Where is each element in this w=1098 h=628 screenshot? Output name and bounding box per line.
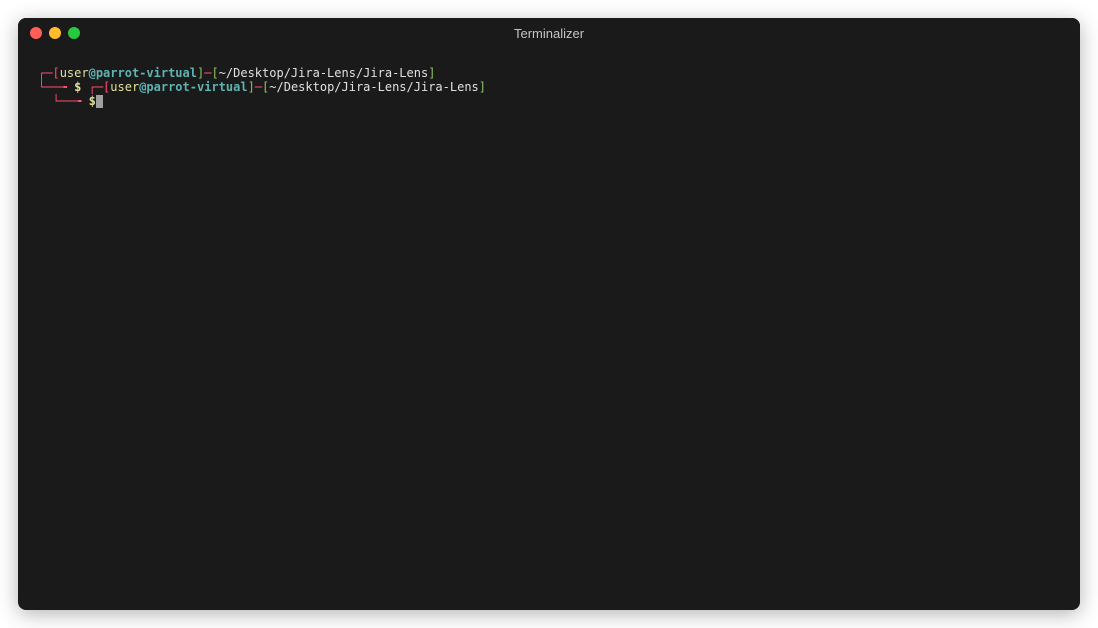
prompt-corner-bottom: └──╼ xyxy=(52,94,88,108)
prompt-line-1: ┌─[user@parrot-virtual]─[~/Desktop/Jira-… xyxy=(38,66,1060,80)
prompt-space xyxy=(81,80,88,94)
prompt-dollar: $ xyxy=(89,94,96,108)
prompt-user: user xyxy=(110,80,139,94)
prompt-dash: ─ xyxy=(255,80,262,94)
maximize-button[interactable] xyxy=(68,27,80,39)
prompt-path: ~/Desktop/Jira-Lens/Jira-Lens xyxy=(219,66,429,80)
prompt-bracket: ] xyxy=(428,66,435,80)
prompt-bracket: ] xyxy=(248,80,255,94)
titlebar: Terminalizer xyxy=(18,18,1080,48)
prompt-user: user xyxy=(60,66,89,80)
prompt-line-2: └──╼ $ ┌─[user@parrot-virtual]─[~/Deskto… xyxy=(38,80,1060,94)
prompt-host: @parrot-virtual xyxy=(89,66,197,80)
prompt-bracket: ] xyxy=(479,80,486,94)
minimize-button[interactable] xyxy=(49,27,61,39)
prompt-host: @parrot-virtual xyxy=(139,80,247,94)
prompt-line-3: └──╼ $ xyxy=(38,94,1060,108)
traffic-lights xyxy=(30,27,80,39)
prompt-bracket: [ xyxy=(211,66,218,80)
cursor xyxy=(96,95,103,108)
prompt-corner: ┌─[ xyxy=(38,66,60,80)
prompt-corner: ┌─[ xyxy=(89,80,111,94)
terminal-window: Terminalizer ┌─[user@parrot-virtual]─[~/… xyxy=(18,18,1080,610)
close-button[interactable] xyxy=(30,27,42,39)
prompt-path: ~/Desktop/Jira-Lens/Jira-Lens xyxy=(269,80,479,94)
terminal-body[interactable]: ┌─[user@parrot-virtual]─[~/Desktop/Jira-… xyxy=(18,48,1080,126)
prompt-indent xyxy=(38,94,52,108)
window-title: Terminalizer xyxy=(514,26,584,41)
prompt-corner-bottom: └──╼ xyxy=(38,80,74,94)
